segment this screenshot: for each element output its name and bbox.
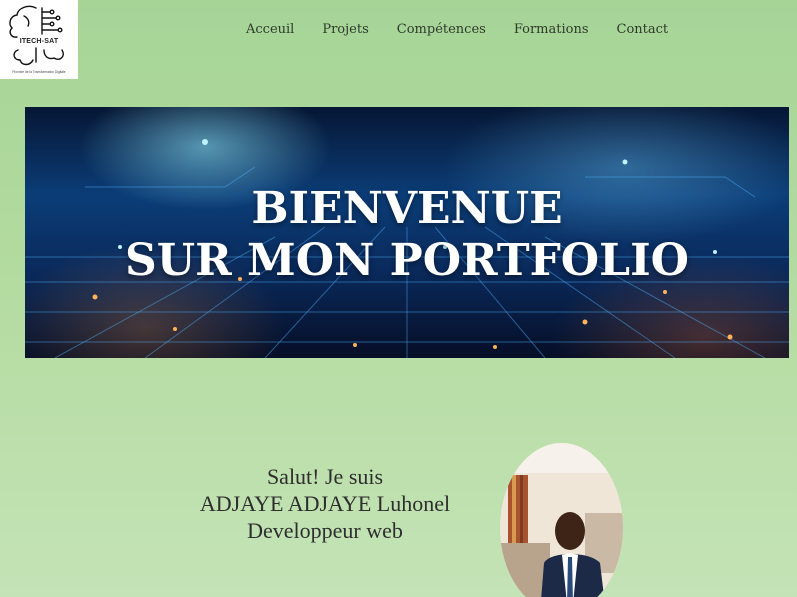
nav-link-projets[interactable]: Projets — [308, 21, 382, 39]
main-nav: Acceuil Projets Compétences Formations C… — [232, 21, 682, 39]
nav-link-accueil[interactable]: Acceuil — [232, 21, 308, 39]
hero-banner: BIENVENUE SUR MON PORTFOLIO — [25, 107, 789, 358]
intro-block: Salut! Je suis ADJAYE ADJAYE Luhonel Dev… — [170, 463, 480, 544]
nav-link-formations[interactable]: Formations — [500, 21, 603, 39]
profile-photo — [500, 443, 623, 597]
logo-tagline: Pionnier de la Transformation Digitale — [12, 70, 66, 74]
nav-link-competences[interactable]: Compétences — [383, 21, 500, 39]
logo-brand: ITECH-SAT — [19, 38, 59, 45]
hero-title: BIENVENUE SUR MON PORTFOLIO — [25, 183, 789, 287]
intro-name: ADJAYE ADJAYE Luhonel — [199, 491, 451, 516]
hero-title-line2: SUR MON PORTFOLIO — [125, 235, 689, 286]
site-logo[interactable]: ITECH-SAT Pionnier de la Transformation … — [0, 0, 78, 79]
nav-link-contact[interactable]: Contact — [603, 21, 683, 39]
intro-greeting: Salut! Je suis — [266, 464, 384, 489]
intro-role: Developpeur web — [247, 518, 403, 543]
profile-portrait-image — [500, 443, 623, 597]
hero-title-line1: BIENVENUE — [251, 183, 563, 234]
